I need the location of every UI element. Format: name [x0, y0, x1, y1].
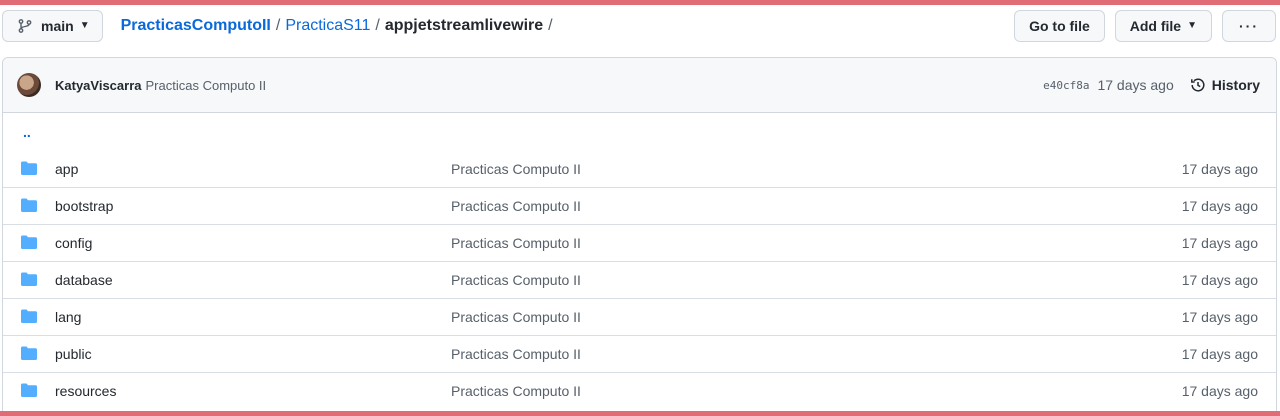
folder-icon [21, 161, 37, 177]
breadcrumb-current: appjetstreamlivewire [384, 16, 544, 34]
go-to-file-button[interactable]: Go to file [1014, 9, 1105, 42]
folder-icon [21, 198, 37, 214]
breadcrumb-separator: / [548, 16, 553, 34]
file-row[interactable]: public Practicas Computo II 17 days ago [3, 335, 1276, 372]
file-navigation-toolbar: main ▼ PracticasComputoII / PracticaS11 … [2, 9, 1276, 42]
file-name-link[interactable]: app [55, 161, 451, 177]
file-row[interactable]: lang Practicas Computo II 17 days ago [3, 298, 1276, 335]
file-list-box: KatyaViscarra Practicas Computo II e40cf… [2, 57, 1277, 416]
commit-details: e40cf8a 17 days ago History [1043, 77, 1260, 93]
top-accent-bar [0, 0, 1280, 5]
folder-icon [21, 309, 37, 325]
file-age: 17 days ago [1181, 198, 1258, 214]
file-row[interactable]: database Practicas Computo II 17 days ago [3, 261, 1276, 298]
parent-directory-link[interactable]: .. [3, 113, 1276, 150]
commit-author-link[interactable]: KatyaViscarra [55, 78, 142, 93]
kebab-horizontal-icon: ··· [1239, 17, 1259, 34]
file-row[interactable]: resources Practicas Computo II 17 days ago [3, 372, 1276, 409]
file-row[interactable]: config Practicas Computo II 17 days ago [3, 224, 1276, 261]
branch-selector-button[interactable]: main ▼ [2, 9, 103, 42]
breadcrumb-separator: / [275, 16, 281, 34]
commit-sha-link[interactable]: e40cf8a [1043, 79, 1089, 92]
folder-icon [21, 272, 37, 288]
file-commit-message-link[interactable]: Practicas Computo II [451, 383, 1182, 399]
file-age: 17 days ago [1181, 383, 1258, 399]
file-rows: app Practicas Computo II 17 days ago bootst… [3, 150, 1276, 409]
bottom-accent-bar [0, 411, 1280, 416]
breadcrumb-separator: / [375, 16, 380, 34]
file-commit-message-link[interactable]: Practicas Computo II [451, 346, 1182, 362]
file-commit-message-link[interactable]: Practicas Computo II [451, 309, 1182, 325]
file-age: 17 days ago [1181, 346, 1258, 362]
history-label: History [1211, 77, 1260, 93]
file-age: 17 days ago [1181, 160, 1258, 177]
toolbar-actions: Go to file Add file ▼ ··· [1014, 9, 1276, 42]
chevron-down-icon: ▼ [1187, 20, 1197, 31]
file-name-link[interactable]: resources [55, 383, 451, 399]
chevron-down-icon: ▼ [79, 20, 90, 31]
folder-icon [21, 383, 37, 399]
breadcrumb: PracticasComputoII / PracticaS11 / appje… [121, 17, 558, 35]
file-row[interactable]: app Practicas Computo II 17 days ago [3, 150, 1276, 187]
file-name-link[interactable]: bootstrap [55, 198, 451, 214]
file-row[interactable]: bootstrap Practicas Computo II 17 days ago [3, 187, 1276, 224]
go-to-file-label: Go to file [1029, 17, 1090, 34]
avatar[interactable] [17, 73, 41, 97]
file-age: 17 days ago [1181, 309, 1258, 325]
file-age: 17 days ago [1181, 235, 1258, 251]
history-icon [1190, 77, 1206, 93]
file-name-link[interactable]: public [55, 346, 451, 362]
breadcrumb-repo-link[interactable]: PracticasComputoII [121, 17, 271, 35]
file-age: 17 days ago [1181, 272, 1258, 288]
file-commit-message-link[interactable]: Practicas Computo II [451, 161, 1182, 177]
latest-commit-bar: KatyaViscarra Practicas Computo II e40cf… [3, 58, 1276, 113]
add-file-button[interactable]: Add file ▼ [1114, 9, 1212, 42]
folder-icon [21, 235, 37, 251]
file-commit-message-link[interactable]: Practicas Computo II [451, 272, 1182, 288]
file-name-link[interactable]: lang [55, 309, 451, 325]
file-commit-message-link[interactable]: Practicas Computo II [451, 235, 1182, 251]
breadcrumb-folder-link[interactable]: PracticaS11 [285, 17, 370, 35]
commit-message-link[interactable]: Practicas Computo II [146, 78, 267, 93]
file-commit-message-link[interactable]: Practicas Computo II [451, 198, 1182, 214]
file-name-link[interactable]: database [55, 272, 451, 288]
history-link[interactable]: History [1190, 77, 1260, 93]
branch-name: main [41, 17, 74, 34]
commit-age: 17 days ago [1097, 77, 1174, 93]
more-options-button[interactable]: ··· [1222, 9, 1276, 42]
file-name-link[interactable]: config [55, 235, 451, 251]
git-branch-icon [17, 18, 33, 34]
folder-icon [21, 346, 37, 362]
add-file-label: Add file [1129, 17, 1182, 34]
